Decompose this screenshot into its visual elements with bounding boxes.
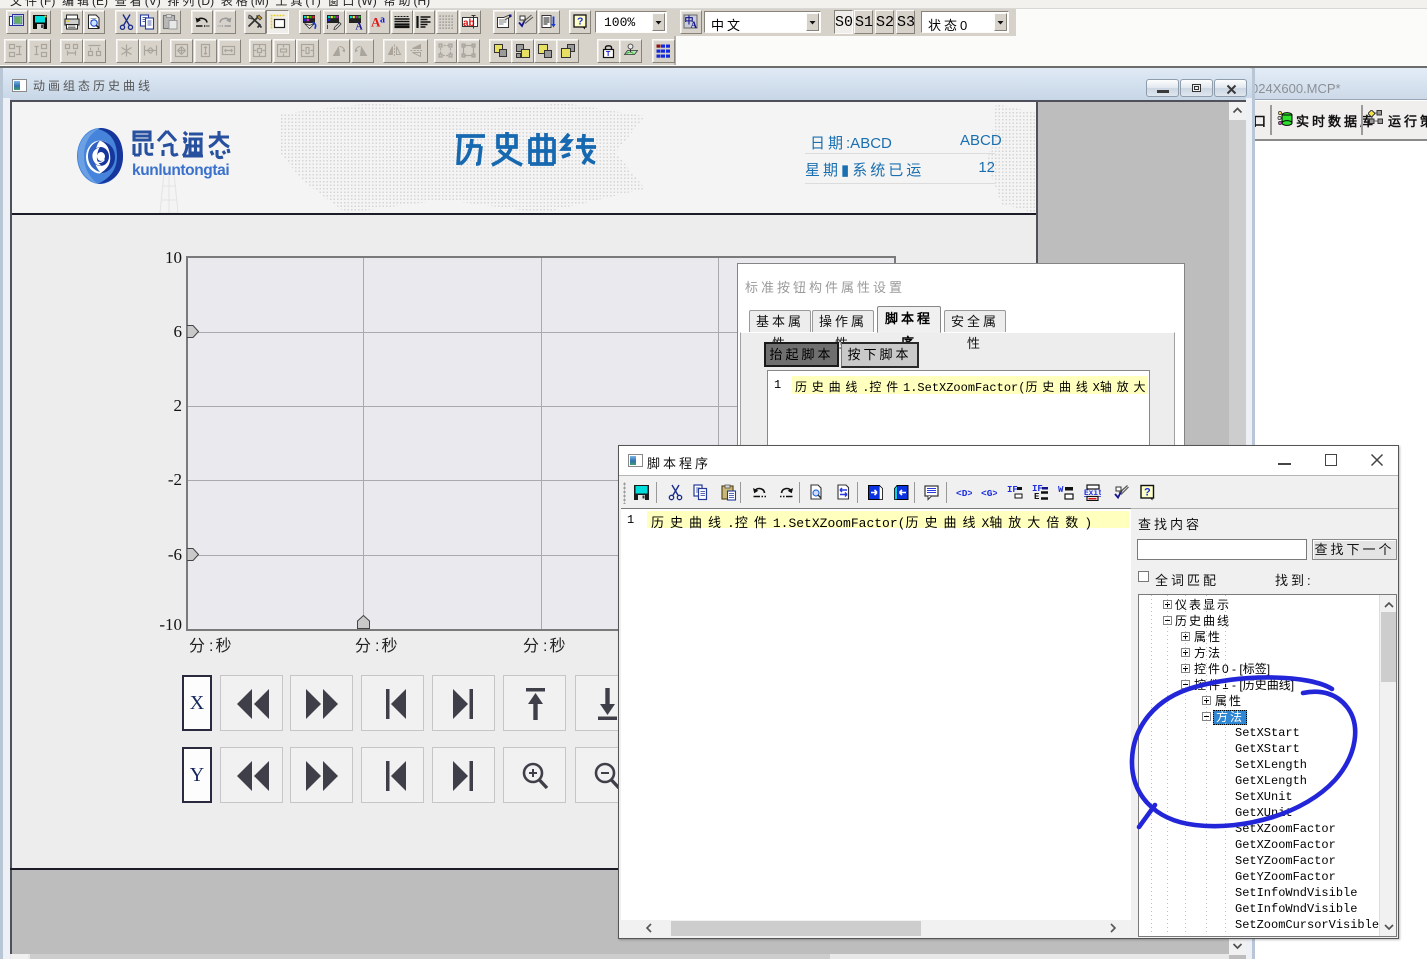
svg-text:T: T [606, 51, 611, 58]
svg-text:?: ? [577, 16, 583, 28]
svg-text:W: W [1058, 485, 1064, 495]
svg-text:A: A [690, 20, 697, 30]
svg-text:?: ? [1144, 487, 1151, 499]
svg-text:E: E [1034, 492, 1040, 501]
svg-text:ab: ab [463, 18, 475, 29]
svg-text:i: i [326, 24, 328, 31]
svg-text:<D>: <D> [956, 488, 972, 499]
svg-text:A: A [356, 22, 364, 31]
svg-text:a: a [380, 15, 385, 26]
svg-text:<G>: <G> [981, 488, 997, 499]
